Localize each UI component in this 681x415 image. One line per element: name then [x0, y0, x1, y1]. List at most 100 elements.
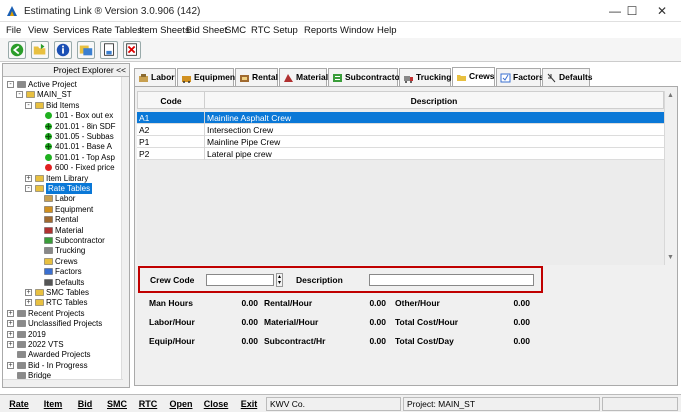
tab-trucking[interactable]: Trucking: [399, 68, 451, 86]
table-row[interactable]: A2 Intersection Crew: [137, 124, 664, 136]
menu-reports[interactable]: Reports: [304, 25, 337, 36]
menu-setup[interactable]: Setup: [273, 25, 298, 36]
tree-node[interactable]: - Active Project: [3, 79, 123, 90]
tree-node[interactable]: Defaults: [3, 277, 123, 288]
expand-icon[interactable]: +: [7, 361, 14, 369]
collapse-icon[interactable]: -: [25, 101, 32, 109]
folders-icon[interactable]: [77, 41, 95, 59]
crew-code-spinner[interactable]: ▴ ▾: [276, 273, 283, 287]
bid-button[interactable]: Bid: [72, 397, 98, 411]
column-header-description[interactable]: Description: [204, 91, 664, 109]
tree-node[interactable]: Rental: [3, 214, 123, 225]
expand-icon[interactable]: +: [25, 289, 32, 296]
menu-item-sheets[interactable]: Item Sheets: [139, 25, 190, 36]
tree-node-label: 2022 VTS: [28, 340, 64, 349]
expand-icon[interactable]: +: [7, 341, 14, 348]
tree-node[interactable]: 501.01 - Top Asp: [3, 152, 123, 163]
collapse-icon[interactable]: -: [7, 81, 14, 88]
tab-labor[interactable]: Labor: [134, 68, 176, 86]
tree-node[interactable]: Trucking: [3, 245, 123, 256]
menu-help[interactable]: Help: [377, 25, 397, 36]
rental-icon: [240, 75, 249, 82]
rate-button[interactable]: Rate: [4, 397, 34, 411]
man-hours-label: Man Hours: [149, 298, 193, 308]
labor-icon: [44, 195, 53, 203]
close-document-icon[interactable]: [123, 41, 141, 59]
expand-icon[interactable]: +: [25, 174, 32, 182]
menu-bid-sheet[interactable]: Bid Sheet: [186, 25, 227, 36]
table-row[interactable]: P2 Lateral pipe crew: [137, 148, 664, 160]
collapse-icon[interactable]: -: [16, 91, 23, 99]
tree-node[interactable]: 401.01 - Base A: [3, 141, 123, 152]
close-button[interactable]: Close: [200, 397, 232, 411]
column-header-code[interactable]: Code: [137, 91, 205, 109]
tab-subcontractor[interactable]: Subcontractor: [328, 68, 403, 86]
description-label: Description: [296, 275, 343, 285]
tree-node[interactable]: + Recent Projects: [3, 308, 123, 319]
tree-node[interactable]: 101 - Box out ex: [3, 110, 123, 121]
tree-node[interactable]: + RTC Tables: [3, 297, 123, 308]
tree-node[interactable]: Subcontractor: [3, 235, 123, 246]
table-row[interactable]: P1 Mainline Pipe Crew: [137, 136, 664, 148]
tree-node[interactable]: Material: [3, 225, 123, 236]
tab-defaults[interactable]: Defaults: [542, 68, 593, 86]
explorer-horizontal-scrollbar[interactable]: [3, 379, 123, 387]
tab-rental[interactable]: Rental: [235, 68, 278, 86]
expand-icon[interactable]: +: [7, 320, 14, 328]
tree-node[interactable]: - MAIN_ST: [3, 89, 123, 100]
tree-node[interactable]: +2022 VTS: [3, 339, 123, 350]
expand-icon[interactable]: +: [7, 309, 14, 317]
tab-material[interactable]: Material: [279, 68, 328, 86]
maximize-button[interactable]: ☐: [615, 3, 649, 19]
tree-node[interactable]: + Item Library: [3, 173, 123, 184]
explorer-header[interactable]: Project Explorer <<: [3, 64, 129, 77]
tree-node[interactable]: Labor: [3, 193, 123, 204]
tree-node[interactable]: 201.01 - 8in SDF: [3, 121, 123, 132]
tree-node[interactable]: + Bid - In Progress: [3, 360, 123, 371]
crew-entry-box: Crew Code ▴ ▾ Description: [138, 266, 543, 293]
menu-window[interactable]: Window: [340, 25, 374, 36]
open-folder-icon[interactable]: [31, 41, 49, 59]
close-window-button[interactable]: ✕: [645, 3, 679, 19]
tree-node[interactable]: Crews: [3, 256, 123, 267]
table-row[interactable]: A1 Mainline Asphalt Crew: [137, 112, 664, 124]
tree-node[interactable]: +2019: [3, 329, 123, 340]
tree-node[interactable]: 600 - Fixed price: [3, 162, 123, 173]
tree-node[interactable]: + SMC Tables: [3, 287, 123, 298]
material-icon: [44, 226, 53, 234]
tree-node[interactable]: Factors: [3, 266, 123, 277]
tree-node[interactable]: + Unclassified Projects: [3, 318, 123, 329]
tab-equipment[interactable]: Equipment: [177, 68, 238, 86]
rental-hour-label: Rental/Hour: [264, 298, 313, 308]
tree-node[interactable]: - Rate Tables: [3, 183, 123, 194]
tree-node[interactable]: - Bid Items: [3, 100, 123, 111]
smc-button[interactable]: SMC: [102, 397, 132, 411]
description-input[interactable]: [369, 274, 534, 286]
document-icon[interactable]: [100, 41, 118, 59]
info-icon[interactable]: [54, 41, 72, 59]
menu-file[interactable]: File: [6, 25, 21, 36]
grid-scrollbar[interactable]: ▲ ▼: [664, 91, 675, 265]
scroll-down-icon[interactable]: ▼: [667, 254, 674, 261]
tab-factors[interactable]: Factors: [496, 68, 544, 86]
item-button[interactable]: Item: [38, 397, 68, 411]
tree-node[interactable]: 301.05 - Subbas: [3, 131, 123, 142]
menu-services[interactable]: Services: [53, 25, 89, 36]
back-arrow-icon[interactable]: [8, 41, 26, 59]
tab-crews[interactable]: Crews: [452, 67, 495, 87]
menu-view[interactable]: View: [28, 25, 48, 36]
expand-icon[interactable]: +: [25, 299, 32, 307]
rtc-button[interactable]: RTC: [134, 397, 162, 411]
scroll-up-icon[interactable]: ▲: [667, 92, 674, 99]
tree-node[interactable]: Awarded Projects: [3, 349, 123, 360]
menu-rtc[interactable]: RTC: [251, 25, 270, 36]
crew-code-input[interactable]: [206, 274, 274, 286]
explorer-vertical-scrollbar[interactable]: [121, 77, 129, 387]
open-button[interactable]: Open: [166, 397, 196, 411]
menu-rate-tables[interactable]: Rate Tables: [92, 25, 142, 36]
expand-icon[interactable]: +: [7, 330, 14, 338]
tree-node[interactable]: Equipment: [3, 204, 123, 215]
exit-button[interactable]: Exit: [236, 397, 262, 411]
collapse-icon[interactable]: -: [25, 185, 32, 192]
menu-smc[interactable]: SMC: [225, 25, 246, 36]
